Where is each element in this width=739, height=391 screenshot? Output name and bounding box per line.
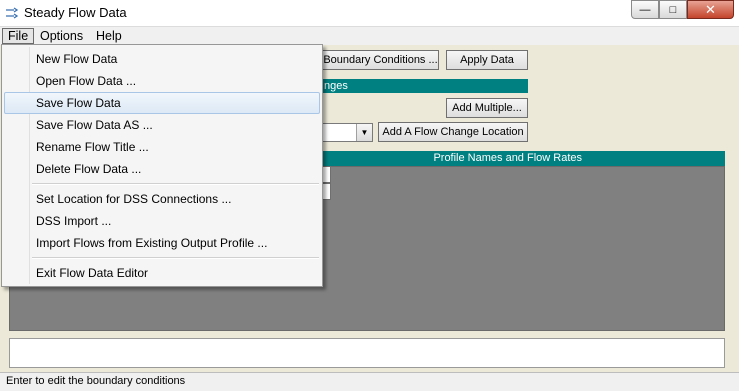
minimize-button[interactable]: — (631, 0, 659, 19)
steady-flow-app-icon (6, 7, 19, 19)
menu-bar: File Options Help (0, 27, 739, 45)
close-icon: ✕ (705, 1, 716, 17)
status-text: Enter to edit the boundary conditions (6, 375, 186, 387)
grid-cell[interactable] (322, 166, 331, 183)
flow-change-bar: nges (322, 79, 528, 93)
menu-item-rename-flow-title[interactable]: Rename Flow Title ... (4, 136, 320, 158)
menu-item-import-flows-output-profile[interactable]: Import Flows from Existing Output Profil… (4, 232, 320, 254)
minimize-icon: — (639, 3, 651, 16)
add-flow-change-location-button[interactable]: Add A Flow Change Location (378, 122, 528, 142)
menu-item-save-flow-data[interactable]: Save Flow Data (4, 92, 320, 114)
title-bar: Steady Flow Data — □ ✕ (0, 0, 739, 27)
file-menu-dropdown: New Flow Data Open Flow Data ... Save Fl… (1, 44, 323, 287)
window-title: Steady Flow Data (24, 5, 127, 20)
grid-cell[interactable] (322, 183, 331, 200)
status-bar: Enter to edit the boundary conditions (0, 372, 739, 391)
menu-item-set-dss-location[interactable]: Set Location for DSS Connections ... (4, 188, 320, 210)
menu-help[interactable]: Help (91, 28, 127, 44)
apply-data-button[interactable]: Apply Data (446, 50, 528, 70)
menu-item-delete-flow-data[interactable]: Delete Flow Data ... (4, 158, 320, 180)
maximize-button[interactable]: □ (659, 0, 687, 19)
menu-item-open-flow-data[interactable]: Open Flow Data ... (4, 70, 320, 92)
menu-item-new-flow-data[interactable]: New Flow Data (4, 48, 320, 70)
close-button[interactable]: ✕ (687, 0, 734, 19)
river-station-combo[interactable]: ▼ (322, 123, 373, 142)
menu-separator (32, 183, 319, 185)
boundary-conditions-button[interactable]: Boundary Conditions ... (322, 50, 439, 70)
menu-item-exit-flow-data-editor[interactable]: Exit Flow Data Editor (4, 262, 320, 284)
maximize-icon: □ (669, 3, 677, 16)
menu-file[interactable]: File (2, 28, 35, 44)
menu-separator (32, 257, 319, 259)
menu-item-dss-import[interactable]: DSS Import ... (4, 210, 320, 232)
cell-edit-box[interactable] (9, 338, 725, 368)
add-multiple-button[interactable]: Add Multiple... (446, 98, 528, 118)
menu-item-save-flow-data-as[interactable]: Save Flow Data AS ... (4, 114, 320, 136)
chevron-down-icon[interactable]: ▼ (356, 124, 372, 141)
menu-options[interactable]: Options (35, 28, 88, 44)
